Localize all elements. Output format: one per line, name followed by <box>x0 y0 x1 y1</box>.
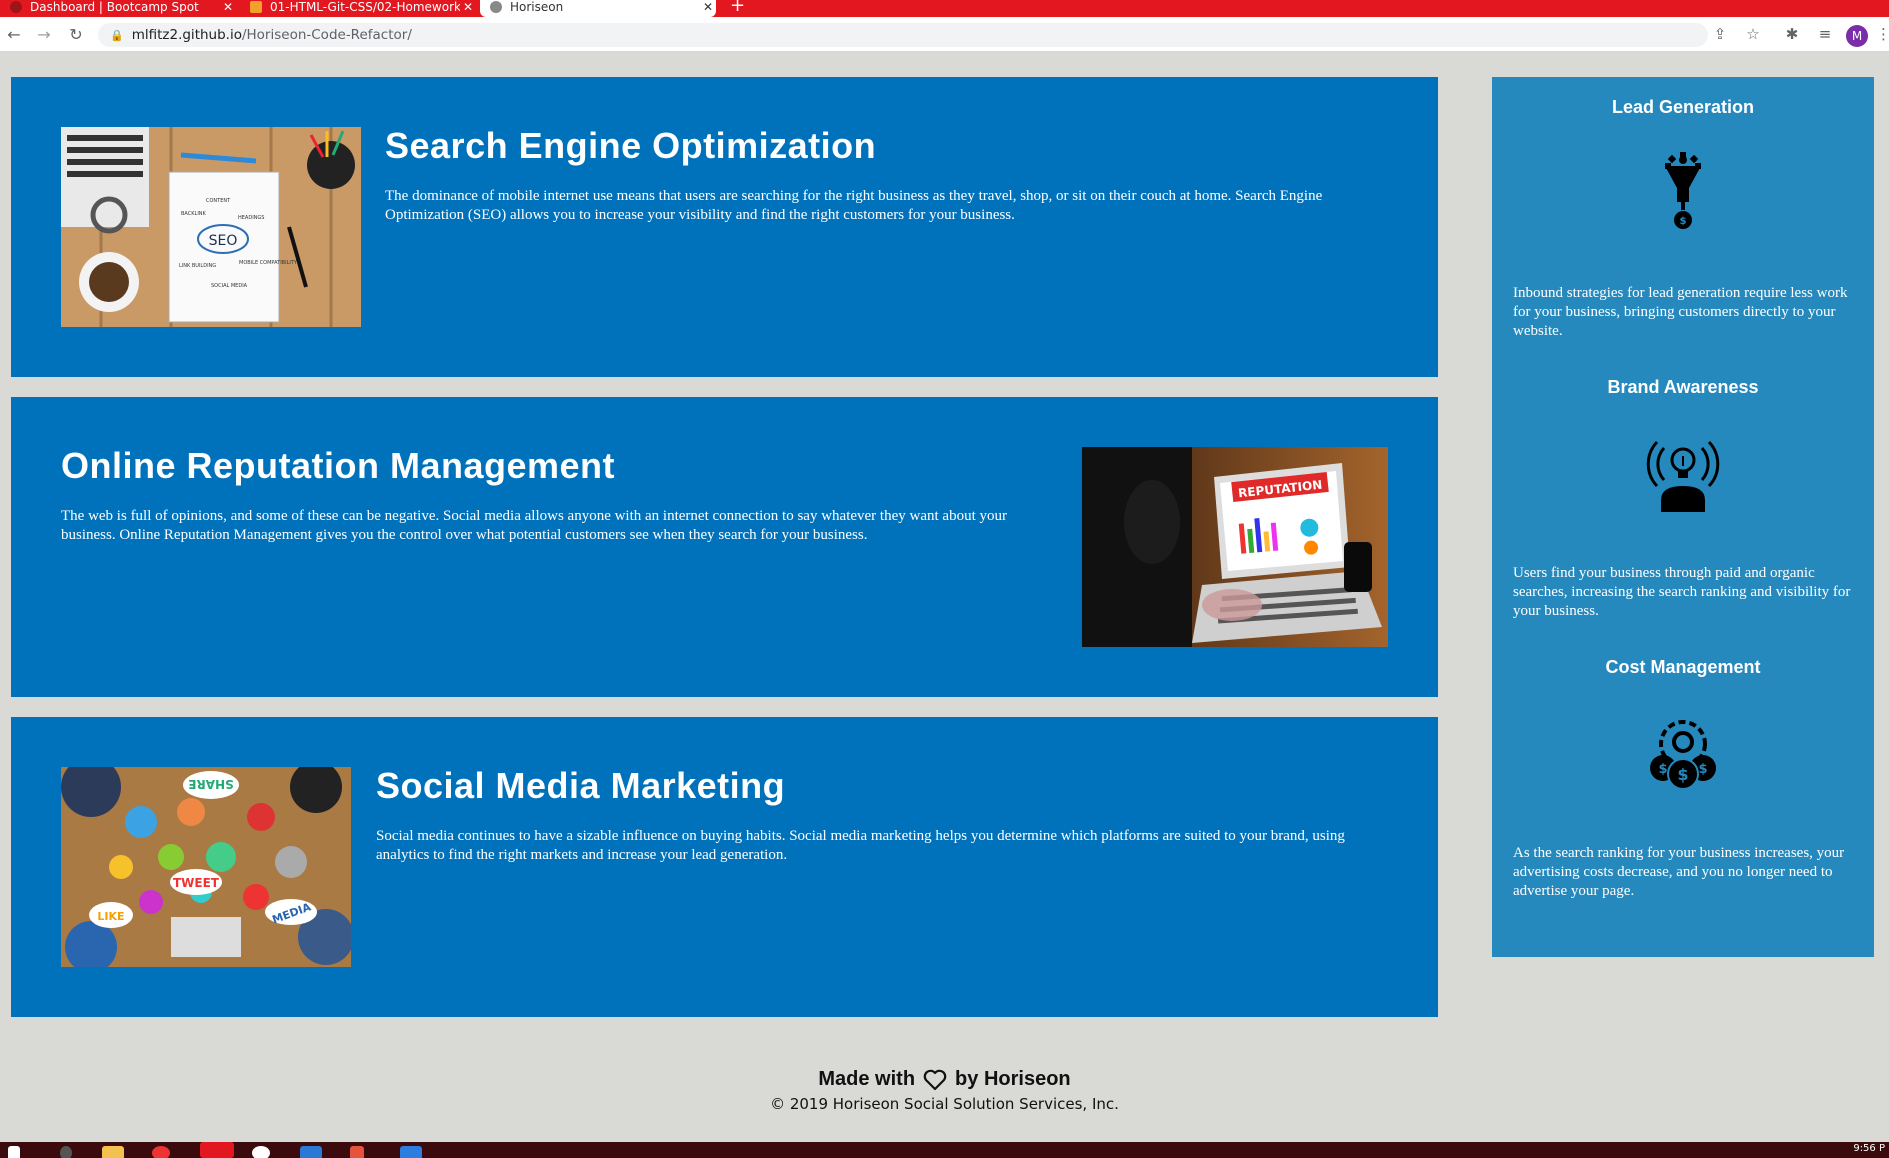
benefits-sidebar: Lead Generation $ Inbound strategies for <box>1492 77 1874 957</box>
browser-tab-bootcamp[interactable]: Dashboard | Bootcamp Spot ✕ <box>0 0 236 17</box>
start-windows-icon[interactable] <box>8 1146 20 1158</box>
footer-made-suffix: by Horiseon <box>955 1068 1071 1090</box>
new-tab-plus-icon[interactable]: + <box>730 0 745 16</box>
svg-text:TWEET: TWEET <box>173 876 220 890</box>
benefit-text: Inbound strategies for lead generation r… <box>1513 285 1848 339</box>
smm-heading: Social Media Marketing <box>376 765 786 806</box>
share-icon[interactable]: ⇪ <box>1710 25 1730 43</box>
back-arrow-icon[interactable]: ← <box>4 25 24 45</box>
seo-heading: Search Engine Optimization <box>385 125 877 166</box>
svg-text:$: $ <box>1698 762 1707 777</box>
extensions-puzzle-icon[interactable]: ✱ <box>1782 25 1802 43</box>
chrome-icon[interactable] <box>200 1142 234 1158</box>
taskbar-clock: 9:56 P <box>1853 1143 1885 1154</box>
tab-title: Dashboard | Bootcamp Spot <box>30 0 199 14</box>
tab-title: Horiseon <box>510 0 564 14</box>
browser-tab-homework[interactable]: 01-HTML-Git-CSS/02-Homework ✕ <box>240 0 476 17</box>
browser-tab-horiseon[interactable]: Horiseon ✕ <box>480 0 716 17</box>
search-icon[interactable] <box>60 1146 72 1158</box>
benefit-heading: Brand Awareness <box>1607 377 1759 397</box>
smm-card: SHARE TWEET LIKE MEDIA Social Media Mark… <box>11 717 1438 1017</box>
profile-avatar[interactable]: M <box>1846 25 1868 47</box>
tab-close-icon[interactable]: ✕ <box>220 0 236 14</box>
brand-awareness-icon <box>1643 432 1723 512</box>
svg-text:SEO: SEO <box>209 233 238 249</box>
page-footer: Made with by Horiseon © 2019 Horiseon So… <box>0 1068 1889 1113</box>
os-taskbar: 9:56 P <box>0 1142 1889 1158</box>
tab-close-icon[interactable]: ✕ <box>700 0 716 14</box>
benefit-cost-management: Cost Management $ $ $ As the search rank… <box>1492 657 1874 899</box>
seo-image: SEO CONTENT BACKLINK HEADINGS LINK BUILD… <box>61 127 361 327</box>
svg-text:LIKE: LIKE <box>97 910 124 923</box>
reading-list-icon[interactable]: ≡ <box>1815 25 1835 43</box>
svg-text:HEADINGS: HEADINGS <box>238 215 264 221</box>
svg-text:CONTENT: CONTENT <box>206 198 231 204</box>
favicon-icon <box>250 0 262 13</box>
svg-text:SOCIAL MEDIA: SOCIAL MEDIA <box>211 283 248 289</box>
favicon-icon <box>10 0 22 13</box>
address-bar[interactable]: 🔒 mlfitz2.github.io/Horiseon-Code-Refact… <box>98 23 1708 47</box>
orm-heading: Online Reputation Management <box>61 445 616 486</box>
bookmark-star-icon[interactable]: ☆ <box>1743 25 1763 43</box>
orm-image: REPUTATION <box>1082 447 1388 647</box>
seo-text: The dominance of mobile internet use mea… <box>385 188 1323 223</box>
browser-menu-icon[interactable]: ⋮ <box>1876 25 1889 43</box>
benefit-heading: Cost Management <box>1605 657 1761 677</box>
seo-card: SEO CONTENT BACKLINK HEADINGS LINK BUILD… <box>11 77 1438 377</box>
benefit-brand-awareness: Brand Awareness Users find your business… <box>1492 377 1874 619</box>
app-icon[interactable] <box>152 1146 170 1158</box>
git-icon[interactable] <box>350 1146 364 1158</box>
svg-text:SHARE: SHARE <box>188 777 233 791</box>
svg-text:$: $ <box>1677 765 1688 784</box>
orm-card: Online Reputation Management The web is … <box>11 397 1438 697</box>
svg-text:$: $ <box>1658 762 1667 777</box>
smm-image: SHARE TWEET LIKE MEDIA <box>61 767 351 967</box>
tab-title: 01-HTML-Git-CSS/02-Homework <box>270 0 460 14</box>
benefit-lead-generation: Lead Generation $ Inbound strategies for <box>1492 97 1874 339</box>
lead-generation-icon: $ <box>1643 152 1723 232</box>
file-explorer-icon[interactable] <box>102 1146 124 1158</box>
svg-text:MOBILE COMPATIBILITY: MOBILE COMPATIBILITY <box>239 260 298 266</box>
cost-management-icon: $ $ $ <box>1643 712 1723 792</box>
orm-text: The web is full of opinions, and some of… <box>61 508 1007 543</box>
benefit-text: As the search ranking for your business … <box>1513 845 1845 899</box>
url-path: /Horiseon-Code-Refactor/ <box>241 27 412 43</box>
heart-icon <box>923 1069 947 1090</box>
footer-copyright: © 2019 Horiseon Social Solution Services… <box>770 1095 1119 1113</box>
benefit-text: Users find your business through paid an… <box>1513 565 1851 619</box>
reload-icon[interactable]: ↻ <box>66 25 86 45</box>
url-host: mlfitz2.github.io <box>131 27 242 43</box>
vscode-icon[interactable] <box>300 1146 322 1158</box>
lock-icon: 🔒 <box>110 28 124 42</box>
benefit-heading: Lead Generation <box>1611 97 1755 117</box>
footer-made-with: Made with by Horiseon <box>0 1068 1889 1091</box>
main-content: SEO CONTENT BACKLINK HEADINGS LINK BUILD… <box>11 77 1438 1037</box>
browser-tab-strip: Dashboard | Bootcamp Spot ✕ 01-HTML-Git-… <box>0 0 1889 17</box>
smm-text: Social media continues to have a sizable… <box>376 828 1345 863</box>
svg-text:BACKLINK: BACKLINK <box>181 211 207 217</box>
forward-arrow-icon[interactable]: → <box>34 25 54 45</box>
svg-text:LINK BUILDING: LINK BUILDING <box>179 263 216 269</box>
app-icon[interactable] <box>252 1146 270 1158</box>
browser-toolbar: ← → ↻ 🔒 mlfitz2.github.io/Horiseon-Code-… <box>0 17 1889 52</box>
tab-close-icon[interactable]: ✕ <box>460 0 476 14</box>
app-icon[interactable] <box>400 1146 422 1158</box>
svg-text:$: $ <box>1680 216 1687 227</box>
favicon-icon <box>490 0 502 13</box>
footer-made-prefix: Made with <box>818 1068 916 1090</box>
